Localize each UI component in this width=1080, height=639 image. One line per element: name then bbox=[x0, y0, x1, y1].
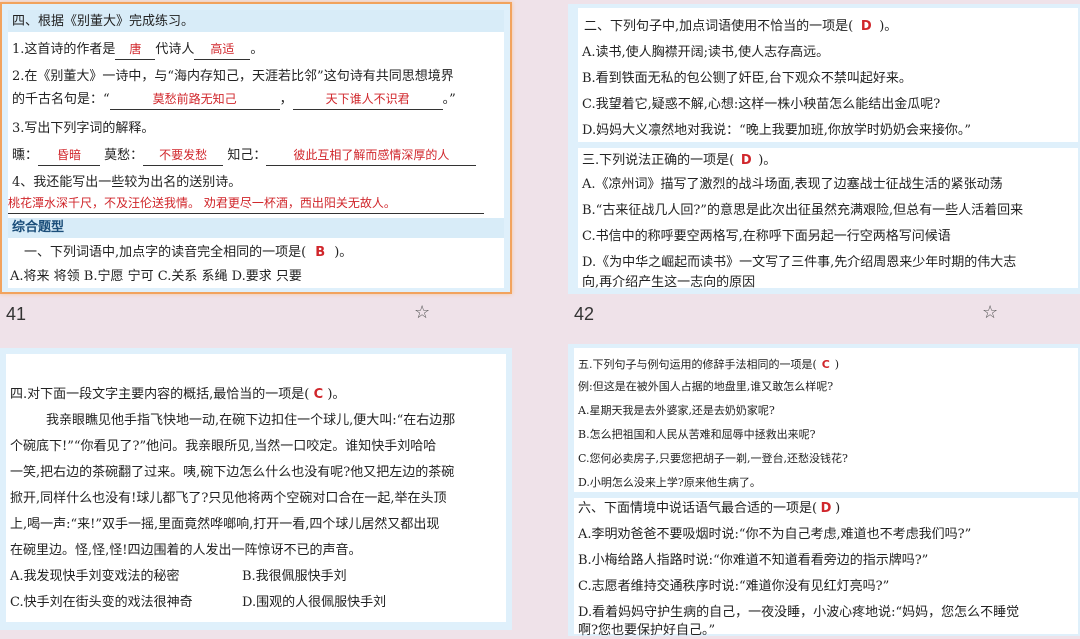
answer-line-2: 天下谁人不识君 bbox=[325, 92, 410, 106]
slide-41-content: 四、根据《别董大》完成练习。 1.这首诗的作者是唐代诗人 高适。 2.在《别董大》… bbox=[8, 10, 504, 288]
q3-option-c: C.书信中的称呼要空两格写,在称呼下面另起一行空两格写问候语 bbox=[582, 229, 951, 244]
slide-41-thumbnail[interactable]: 四、根据《别董大》完成练习。 1.这首诗的作者是唐代诗人 高适。 2.在《别董大》… bbox=[0, 2, 512, 294]
q5-option-a: A.星期天我是去外婆家,还是去奶奶家呢? bbox=[578, 404, 775, 417]
section-title: 综合题型 bbox=[12, 220, 65, 235]
slide-44-content: 五.下列句子与例句运用的修辞手法相同的一项是(C) 例:但这是在被外国人占据的地… bbox=[574, 348, 1078, 636]
q3-option-b: B.“古来征战几人回?”的意思是此次出征虽然充满艰险,但总有一些人活着回来 bbox=[582, 203, 1024, 218]
answer-poet: 高适 bbox=[210, 42, 235, 56]
slide-42-content: 二、下列句子中,加点词语使用不恰当的一项是(D)。 A.读书,使人胸襟开阔;读书… bbox=[578, 8, 1078, 290]
star-outline-icon[interactable]: ☆ bbox=[982, 302, 998, 323]
question-6: 六、下面情境中说话语气最合适的一项是(D) bbox=[578, 501, 841, 516]
exercise-heading: 四、根据《别董大》完成练习。 bbox=[12, 14, 195, 29]
q2-prompt: 2.在《别董大》一诗中，与“海内存知己，天涯若比邻”这句诗有共同思想境界 bbox=[12, 69, 454, 84]
q4-option-b: B.我很佩服快手刘 bbox=[242, 569, 347, 584]
passage-line-5: 上,喝一声:“来!”双手一摇,里面竟然哗啷响,打开一看,四个球儿居然又都出现 bbox=[10, 517, 440, 532]
q4-option-d: D.围观的人很佩服快手刘 bbox=[242, 595, 387, 610]
divider bbox=[578, 142, 1078, 148]
q1-author-line: 1.这首诗的作者是唐代诗人 高适。 bbox=[12, 40, 263, 60]
section-band bbox=[8, 218, 504, 238]
q6-option-b: B.小梅给路人指路时说:“你难道不知道看看旁边的指示牌吗?” bbox=[578, 553, 929, 568]
q2-option-b: B.看到铁面无私的包公铡了奸臣,台下观众不禁叫起好来。 bbox=[582, 71, 912, 86]
slide-43-content: 四.对下面一段文字主要内容的概括,最恰当的一项是(C)。 我亲眼瞧见他手指飞快地… bbox=[6, 354, 506, 622]
q2-answer-line: 的千古名句是：“ 莫愁前路无知己，天下谁人不识君。” bbox=[12, 90, 456, 110]
q5-example: 例:但这是在被外国人占据的地盘里,谁又敢怎么样呢? bbox=[578, 380, 834, 393]
slide-42-thumbnail[interactable]: 二、下列句子中,加点词语使用不恰当的一项是(D)。 A.读书,使人胸襟开阔;读书… bbox=[568, 4, 1080, 294]
q3-option-d: D.《为中华之崛起而读书》一文写了三件事,先介绍周恩来少年时期的伟大志 bbox=[582, 255, 1017, 270]
q4-prompt: 4、我还能写出一些较为出名的送别诗。 bbox=[12, 175, 242, 190]
question-1-options: A.将来 将领 B.宁愿 宁可 C.关系 系绳 D.要求 只要 bbox=[10, 269, 302, 284]
q5-option-b: B.怎么把祖国和人民从苦难和屈辱中拯救出来呢? bbox=[578, 428, 816, 441]
q6-option-d: D.看着妈妈守护生病的自己，一夜没睡，小波心疼地说:“妈妈，您怎么不睡觉 bbox=[578, 605, 1020, 620]
q4-option-c: C.快手刘在街头变的戏法很神奇 bbox=[10, 595, 193, 610]
q2-option-c: C.我望着它,疑惑不解,心想:这样一株小秧苗怎么能结出金瓜呢? bbox=[582, 97, 941, 112]
question-5: 五.下列句子与例句运用的修辞手法相同的一项是(C) bbox=[578, 358, 840, 371]
q3-option-a: A.《凉州词》描写了激烈的战斗场面,表现了边塞战士征战生活的紧张动荡 bbox=[582, 177, 1003, 192]
page-number-42: 42 bbox=[574, 304, 595, 324]
q2-option-d: D.妈妈大义凛然地对我说：“晚上我要加班,你放学时奶奶会来接你。” bbox=[582, 123, 972, 138]
q6-option-a: A.李明劝爸爸不要吸烟时说:“你不为自己考虑,难道也不考虑我们吗?” bbox=[578, 527, 972, 542]
q3-definitions: 曛： 昏暗 莫愁： 不要发愁 知己： 彼此互相了解而感情深厚的人 bbox=[12, 146, 477, 166]
page-number-41: 41 bbox=[6, 304, 27, 324]
q4-answer: 桃花潭水深千尺，不及汪伦送我情。 劝君更尽一杯酒，西出阳关无故人。 bbox=[8, 194, 484, 214]
answer-line-1: 莫愁前路无知己 bbox=[152, 92, 237, 106]
answer-dynasty: 唐 bbox=[129, 42, 142, 56]
q3-option-d-cont: 向,再介绍产生这一志向的原因 bbox=[582, 275, 756, 290]
passage-line-6: 在碗里边。怪,怪,怪!四边围着的人发出一阵惊讶不已的声音。 bbox=[10, 543, 362, 558]
passage-line-4: 掀开,同样什么也没有!球儿都飞了?只见他将两个空碗对口合在一起,举在头顶 bbox=[10, 491, 447, 506]
question-3: 三.下列说法正确的一项是(D)。 bbox=[582, 153, 777, 168]
star-outline-icon[interactable]: ☆ bbox=[414, 302, 430, 323]
question-4: 四.对下面一段文字主要内容的概括,最恰当的一项是(C)。 bbox=[10, 387, 346, 402]
q6-option-c: C.志愿者维持交通秩序时说:“难道你没有见红灯亮吗?” bbox=[578, 579, 890, 594]
question-2: 二、下列句子中,加点词语使用不恰当的一项是(D)。 bbox=[584, 19, 898, 34]
q2-option-a: A.读书,使人胸襟开阔;读书,使人志存高远。 bbox=[582, 45, 830, 60]
question-1: 一、下列词语中,加点字的读音完全相同的一项是(B)。 bbox=[24, 245, 353, 260]
q5-option-d: D.小明怎么没来上学?原来他生病了。 bbox=[578, 476, 761, 489]
passage-line-2: 个碗底下!”“你看见了?”他问。我亲眼所见,当然一口咬定。谁知快手刘哈哈 bbox=[10, 439, 437, 454]
slide-44-thumbnail[interactable]: 五.下列句子与例句运用的修辞手法相同的一项是(C) 例:但这是在被外国人占据的地… bbox=[568, 344, 1080, 636]
q4-option-a: A.我发现快手刘变戏法的秘密 bbox=[10, 569, 180, 584]
passage-line-1: 我亲眼瞧见他手指飞快地一动,在碗下边扣住一个球儿,便大叫:“在右边那 bbox=[46, 413, 456, 428]
q3-prompt: 3.写出下列字词的解释。 bbox=[12, 121, 155, 136]
slide-43-thumbnail[interactable]: 四.对下面一段文字主要内容的概括,最恰当的一项是(C)。 我亲眼瞧见他手指飞快地… bbox=[0, 348, 512, 630]
divider bbox=[574, 492, 1078, 498]
q5-option-c: C.您何必卖房子,只要您把胡子一剃,一登台,还愁没钱花? bbox=[578, 452, 848, 465]
q6-option-d-cont: 啊?您也要保护好自己。” bbox=[578, 623, 716, 636]
passage-line-3: 一笑,把右边的茶碗翻了过来。咦,碗下边怎么什么也没有呢?他又把左边的茶碗 bbox=[10, 465, 455, 480]
